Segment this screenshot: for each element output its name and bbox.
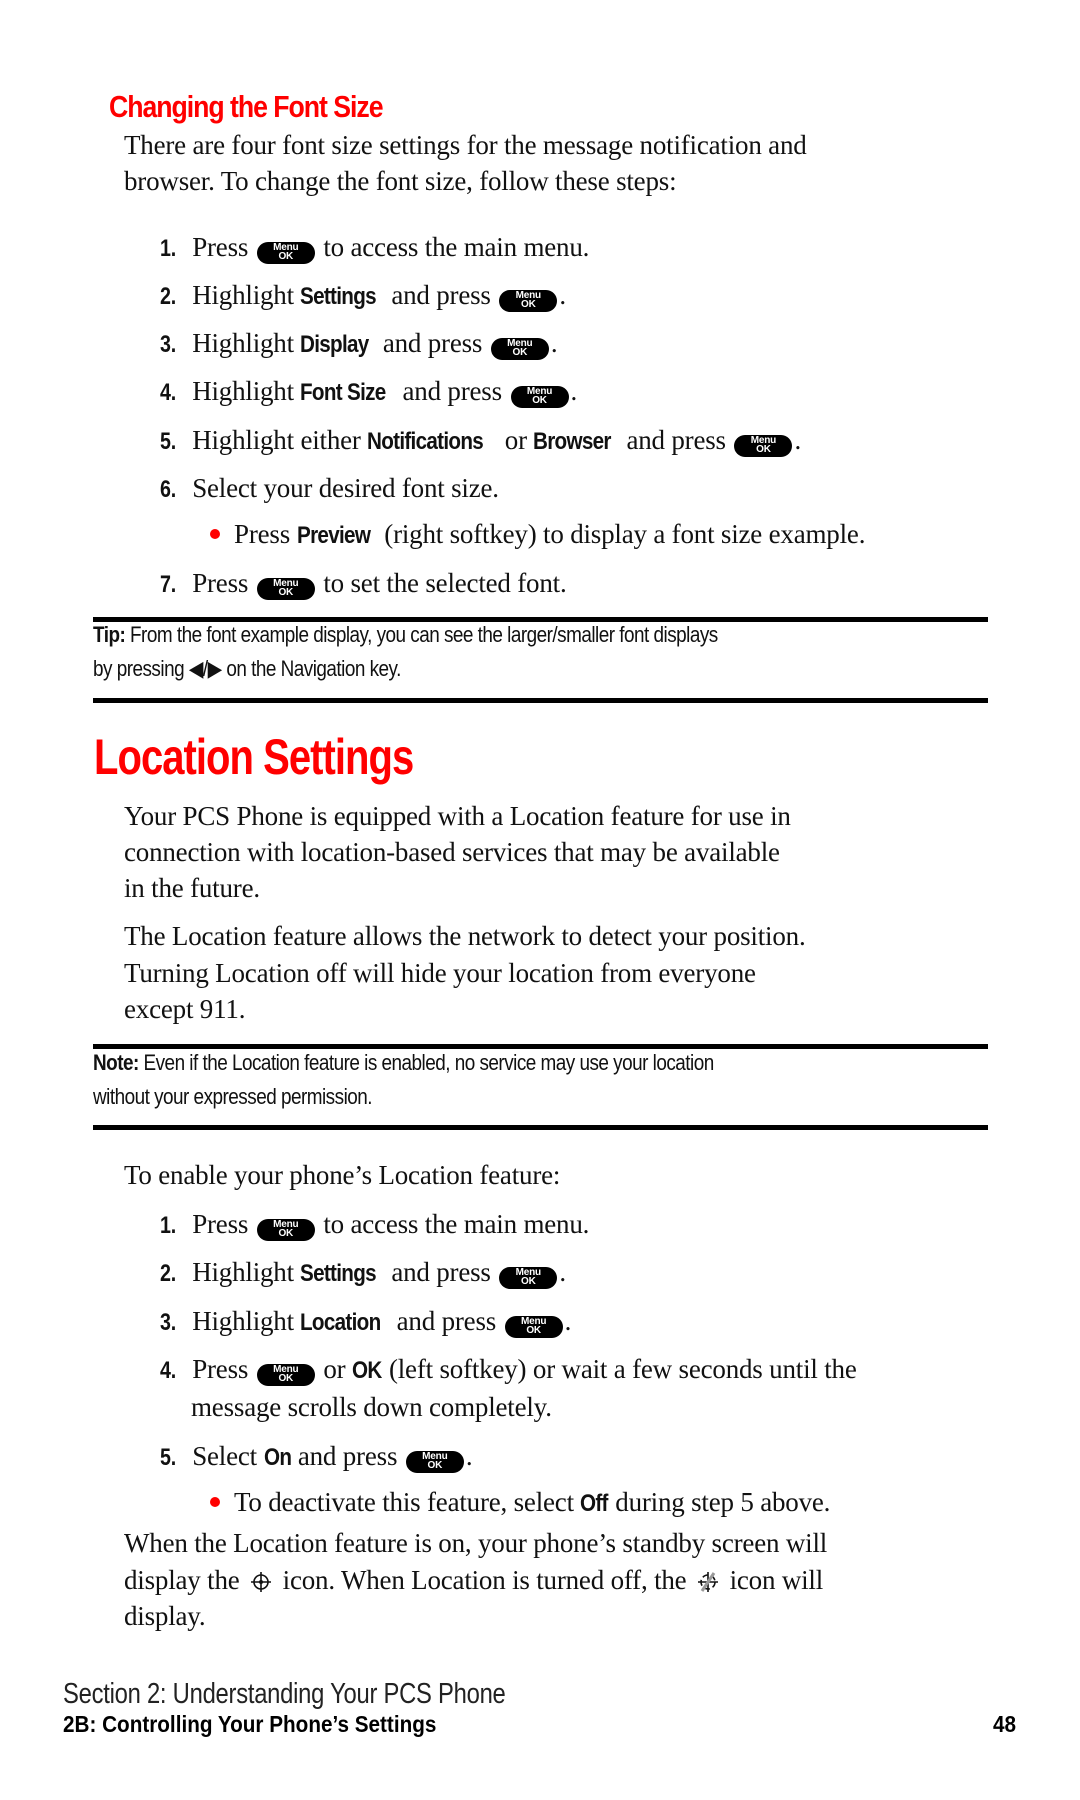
step-text: to set the selected font.	[323, 568, 567, 598]
bullet-deactivate: To deactivate this feature, select Off d…	[210, 1489, 830, 1516]
step-text: Highlight	[192, 280, 294, 310]
step-number: 4.	[160, 1357, 177, 1384]
section-heading-font-size: Changing the Font Size	[109, 89, 384, 124]
step-number: 7.	[160, 571, 177, 598]
enable-intro: To enable your phone’s Location feature:	[124, 1160, 561, 1190]
menu-ok-key-icon: Menu OK	[256, 1218, 315, 1241]
step-number: 5.	[160, 1444, 177, 1471]
location-para-2-line-3: except 911.	[124, 994, 246, 1024]
menu-item-settings: Settings	[300, 283, 377, 310]
step-text: Highlight	[192, 376, 294, 406]
menu-item-browser: Browser	[533, 428, 612, 455]
step-3: 3. Highlight Display and press Menu OK.	[160, 328, 558, 360]
menu-ok-key-icon: Menu OK	[499, 289, 558, 312]
section-heading-location: Location Settings	[94, 729, 414, 785]
step-7: 7. Press Menu OK to set the selected font…	[160, 570, 567, 600]
menu-item-font-size: Font Size	[300, 379, 387, 406]
intro-line-2: browser. To change the font size, follow…	[124, 166, 677, 196]
step-number: 5.	[160, 428, 177, 455]
location-step-4-cont: message scrolls down completely.	[191, 1392, 552, 1422]
step-text: Press	[192, 568, 249, 598]
menu-ok-key-icon: Menu OK	[256, 241, 315, 264]
step-text: and press	[402, 376, 503, 406]
closing-line-2: display the icon. When Location is turne…	[124, 1565, 824, 1595]
location-step-1: 1. Press Menu OK to access the main menu.	[160, 1209, 590, 1241]
footer-chapter-title: 2B: Controlling Your Phone’s Settings	[63, 1711, 437, 1737]
step-2: 2. Highlight Settings and press Menu OK.	[160, 280, 566, 312]
step-number: 1.	[160, 235, 177, 262]
step-text: Highlight	[192, 328, 294, 358]
step-text: and press	[391, 280, 491, 310]
location-on-icon	[250, 1571, 272, 1593]
tip-line-1: Tip: From the font example display, you …	[93, 622, 718, 647]
step-number: 2.	[160, 283, 177, 310]
closing-line-1: When the Location feature is on, your ph…	[124, 1528, 828, 1558]
option-on: On	[263, 1444, 292, 1471]
note-line-1: Note: Even if the Location feature is en…	[93, 1050, 714, 1075]
menu-ok-key-icon: Menu OK	[256, 577, 315, 600]
menu-item-location: Location	[300, 1309, 381, 1336]
step-number: 3.	[160, 1309, 177, 1336]
closing-line-3: display.	[124, 1601, 206, 1631]
intro-line-1: There are four font size settings for th…	[124, 130, 807, 160]
step-text: or	[504, 425, 527, 455]
step-4: 4. Highlight Font Size and press Menu OK.	[160, 376, 578, 408]
softkey-preview: Preview	[296, 522, 371, 549]
location-para-1-line-1: Your PCS Phone is equipped with a Locati…	[124, 801, 791, 831]
step-number: 2.	[160, 1260, 177, 1287]
menu-ok-key-icon: Menu OK	[499, 1266, 558, 1289]
navigation-arrows-icon: ◀/▶	[188, 656, 222, 681]
step-text: Highlight either	[192, 425, 361, 455]
step-text: Press	[192, 232, 249, 262]
footer-section-title: Section 2: Understanding Your PCS Phone	[63, 1678, 506, 1710]
bullet-preview: Press Preview (right softkey) to display…	[210, 521, 865, 548]
step-number: 3.	[160, 331, 177, 358]
note-label: Note:	[93, 1050, 139, 1075]
step-text: and press	[626, 425, 726, 455]
menu-ok-key-icon: Menu OK	[256, 1363, 315, 1386]
step-5: 5. Highlight either Notifications or Bro…	[160, 425, 801, 457]
step-1: 1. Press Menu OK to access the main menu.	[160, 234, 589, 264]
note-top-rule	[93, 1044, 988, 1049]
location-para-2-line-2: Turning Location off will hide your loca…	[124, 958, 756, 988]
step-text: and press	[382, 328, 483, 358]
menu-ok-key-icon: Menu OK	[405, 1450, 464, 1473]
location-para-1-line-3: in the future.	[124, 873, 260, 903]
menu-item-display: Display	[300, 331, 370, 358]
bullet-icon	[210, 1497, 220, 1507]
location-step-4: 4. Press Menu OK or OK (left softkey) or …	[160, 1354, 857, 1386]
menu-ok-key-icon: Menu OK	[510, 385, 569, 408]
note-bottom-rule	[93, 1125, 988, 1130]
location-off-icon	[697, 1571, 719, 1593]
menu-ok-key-icon: Menu OK	[490, 337, 549, 360]
step-text: Select your desired font size.	[192, 473, 499, 503]
step-text: to access the main menu.	[323, 232, 590, 262]
tip-bottom-rule	[93, 698, 988, 703]
bullet-icon	[210, 529, 220, 539]
menu-item-settings: Settings	[300, 1260, 377, 1287]
option-off: Off	[580, 1490, 609, 1517]
tip-label: Tip:	[93, 622, 126, 647]
step-6: 6. Select your desired font size.	[160, 475, 499, 502]
menu-ok-key-icon: Menu OK	[504, 1315, 563, 1338]
location-step-3: 3. Highlight Location and press Menu OK.	[160, 1306, 572, 1338]
tip-line-2: by pressing ◀/▶ on the Navigation key.	[93, 656, 401, 681]
location-step-2: 2. Highlight Settings and press Menu OK.	[160, 1257, 566, 1289]
menu-ok-key-icon: Menu OK	[734, 434, 793, 457]
page-number: 48	[993, 1711, 1017, 1737]
location-para-2-line-1: The Location feature allows the network …	[124, 921, 806, 951]
softkey-ok: OK	[351, 1357, 382, 1384]
note-line-2: without your expressed permission.	[93, 1084, 373, 1109]
location-step-5: 5. Select On and press Menu OK.	[160, 1441, 473, 1473]
step-number: 6.	[160, 476, 177, 503]
menu-item-notifications: Notifications	[367, 428, 484, 455]
location-para-1-line-2: connection with location-based services …	[124, 837, 780, 867]
step-number: 4.	[160, 379, 177, 406]
step-number: 1.	[160, 1212, 177, 1239]
